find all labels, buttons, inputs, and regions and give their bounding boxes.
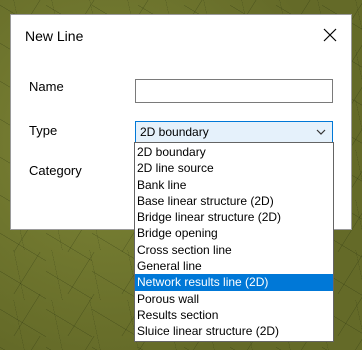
chevron-down-icon (316, 129, 326, 135)
type-select-value: 2D boundary (140, 125, 209, 139)
dropdown-option[interactable]: General line (135, 258, 333, 274)
name-label: Name (29, 79, 64, 94)
dialog-title: New Line (25, 28, 84, 44)
dropdown-option[interactable]: Porous wall (135, 291, 333, 307)
category-label: Category (29, 163, 82, 178)
dropdown-option[interactable]: Bridge opening (135, 225, 333, 241)
name-input[interactable] (135, 79, 333, 103)
type-dropdown-list: 2D boundary 2D line source Bank line Bas… (134, 142, 334, 342)
close-icon (323, 28, 337, 42)
dropdown-option[interactable]: Sluice linear structure (2D) (135, 323, 333, 339)
close-button[interactable] (309, 15, 351, 55)
dropdown-option[interactable]: Network results line (2D) (135, 274, 333, 291)
dropdown-option[interactable]: 2D line source (135, 160, 333, 176)
dropdown-option[interactable]: Results section (135, 307, 333, 323)
type-select[interactable]: 2D boundary (135, 121, 333, 143)
dropdown-option[interactable]: Bridge linear structure (2D) (135, 209, 333, 225)
dropdown-option[interactable]: 2D boundary (135, 144, 333, 160)
type-label: Type (29, 123, 58, 138)
dropdown-option[interactable]: Base linear structure (2D) (135, 193, 333, 209)
dropdown-option[interactable]: Cross section line (135, 242, 333, 258)
dropdown-option[interactable]: Bank line (135, 177, 333, 193)
